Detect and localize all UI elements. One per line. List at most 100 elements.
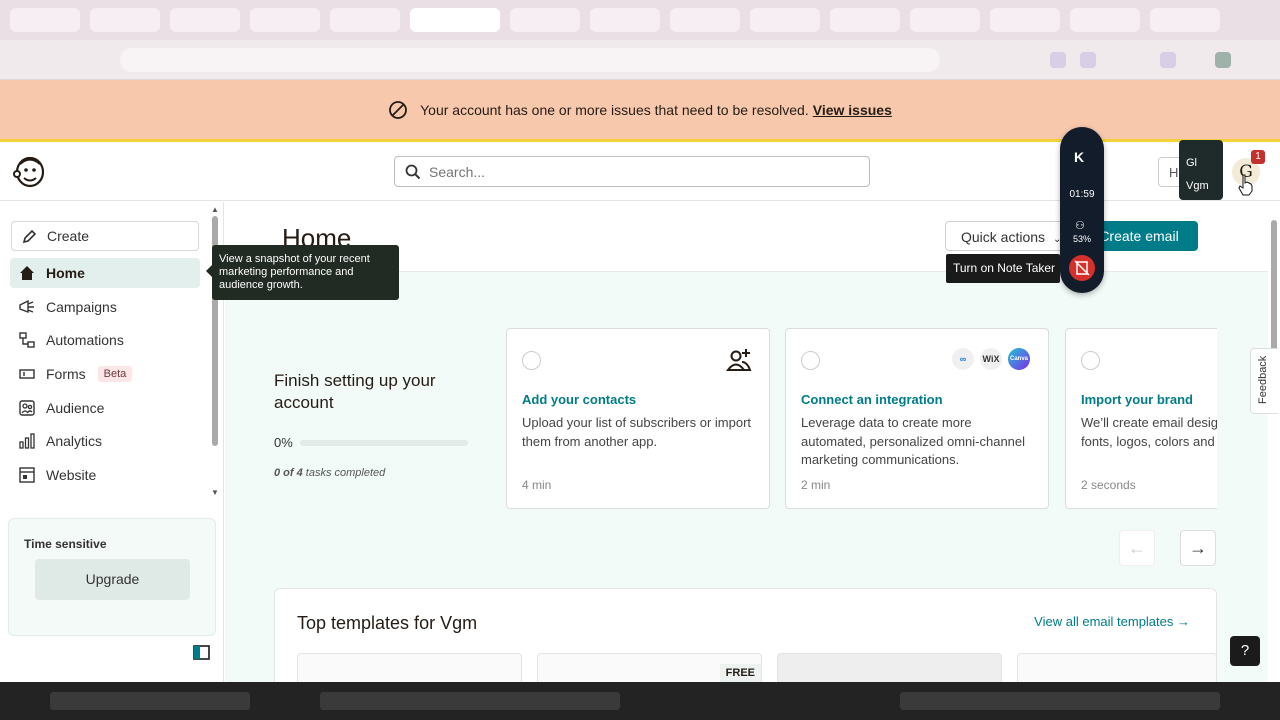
browser-toolbar xyxy=(0,40,1280,80)
taskbar-item[interactable] xyxy=(320,692,620,710)
template-thumbnail[interactable] xyxy=(297,653,522,682)
browser-tab[interactable] xyxy=(510,8,580,32)
sidebar-item-label: Forms xyxy=(46,366,86,383)
progress-percentage: 0% xyxy=(274,435,293,450)
home-tooltip: View a snapshot of your recent marketing… xyxy=(206,245,399,300)
card-time: 4 min xyxy=(522,478,552,492)
card-title: Connect an integration xyxy=(801,392,943,407)
browser-tab[interactable] xyxy=(590,8,660,32)
account-switcher-popover[interactable]: Gl Vgm xyxy=(1179,140,1223,200)
browser-tab[interactable] xyxy=(1150,8,1220,32)
template-thumbnail[interactable] xyxy=(777,653,1002,682)
sidebar-item-analytics[interactable]: Analytics xyxy=(10,426,200,456)
browser-tab[interactable] xyxy=(910,8,980,32)
audience-icon xyxy=(19,400,35,416)
pencil-icon xyxy=(22,229,37,243)
search-field[interactable] xyxy=(394,156,870,187)
browser-tab[interactable] xyxy=(830,8,900,32)
beta-badge: Beta xyxy=(97,366,133,383)
browser-tab[interactable] xyxy=(750,8,820,32)
sidebar-item-website[interactable]: Website xyxy=(10,460,200,490)
search-icon xyxy=(405,164,421,179)
participant-icon: ⚇ xyxy=(1075,220,1085,232)
extension-icon[interactable] xyxy=(1160,52,1176,68)
upgrade-button[interactable]: Upgrade xyxy=(35,559,190,600)
sidebar-item-audience[interactable]: Audience xyxy=(10,393,200,423)
scroll-thumb[interactable] xyxy=(1271,220,1277,352)
browser-tab[interactable] xyxy=(10,8,80,32)
sidebar-item-home[interactable]: Home xyxy=(10,258,200,288)
notetaker-logo-icon: K xyxy=(1074,149,1085,165)
search-input[interactable] xyxy=(429,163,849,180)
main-scrollbar[interactable] xyxy=(1270,210,1278,680)
templates-title: Top templates for Vgm xyxy=(297,613,478,633)
scroll-up-arrow-icon[interactable]: ▲ xyxy=(211,205,219,214)
extension-icon[interactable] xyxy=(1080,52,1096,68)
top-templates-panel: Top templates for Vgm View all email tem… xyxy=(274,588,1217,682)
setup-card-connect-integration[interactable]: ∞ WiX Canva Connect an integration Lever… xyxy=(785,328,1049,509)
free-badge: FREE xyxy=(719,664,761,682)
browser-tab[interactable] xyxy=(90,8,160,32)
help-fab-button[interactable]: ? xyxy=(1230,636,1260,666)
notetaker-percentage: 53% xyxy=(1072,234,1091,244)
tasks-completed-text: 0 of 4 tasks completed xyxy=(274,467,385,479)
os-taskbar xyxy=(0,682,1280,720)
view-issues-link[interactable]: View issues xyxy=(813,102,892,118)
sidebar-item-label: Website xyxy=(46,467,97,484)
add-contact-icon xyxy=(726,349,752,371)
sidebar-item-label: Automations xyxy=(46,332,124,349)
task-checkbox[interactable] xyxy=(1081,351,1100,370)
task-checkbox[interactable] xyxy=(801,351,820,370)
banner-message: Your account has one or more issues that… xyxy=(420,101,892,118)
recording-off-icon xyxy=(1074,260,1090,276)
home-icon xyxy=(20,266,34,280)
note-taker-toggle-button[interactable] xyxy=(1069,255,1095,281)
setup-card-add-contacts[interactable]: Add your contacts Upload your list of su… xyxy=(506,328,770,509)
template-thumbnail[interactable] xyxy=(1017,653,1217,682)
view-all-templates-link[interactable]: View all email templates → xyxy=(1034,614,1190,629)
scroll-down-arrow-icon[interactable]: ▼ xyxy=(211,488,219,497)
template-thumbnail[interactable]: FREE xyxy=(537,653,762,682)
carousel-prev-button[interactable]: ← xyxy=(1119,530,1155,566)
create-button[interactable]: Create xyxy=(11,221,199,251)
mailchimp-logo-icon[interactable] xyxy=(12,153,48,189)
recording-timer: 01:59 xyxy=(1069,189,1095,200)
website-icon xyxy=(19,467,35,483)
browser-tab-strip xyxy=(0,0,1280,40)
feedback-tab[interactable]: Feedback xyxy=(1250,348,1278,414)
browser-tab[interactable] xyxy=(330,8,400,32)
quick-actions-button[interactable]: Quick actions ⌄ xyxy=(945,221,1067,251)
taskbar-item[interactable] xyxy=(50,692,250,710)
card-description: Leverage data to create more automated, … xyxy=(801,415,1026,467)
setup-title: Finish setting up your account xyxy=(274,371,436,412)
extension-icon[interactable] xyxy=(1050,52,1066,68)
sidebar-nav: Home Campaigns Automations Forms Beta Au… xyxy=(10,258,200,494)
browser-tab[interactable] xyxy=(990,8,1060,32)
card-title: Add your contacts xyxy=(522,392,637,407)
browser-tab-active[interactable] xyxy=(410,8,500,32)
arrow-right-icon: → xyxy=(1189,538,1207,558)
hand-cursor-icon xyxy=(1238,174,1253,196)
browser-tab[interactable] xyxy=(1070,8,1140,32)
carousel-next-button[interactable]: → xyxy=(1180,530,1216,566)
sidebar-item-forms[interactable]: Forms Beta xyxy=(10,359,200,389)
browser-tab[interactable] xyxy=(170,8,240,32)
card-description: Upload your list of subscribers or impor… xyxy=(522,415,752,449)
card-time: 2 seconds xyxy=(1081,478,1136,492)
note-taker-widget[interactable]: K 01:59 ⚇ 53% xyxy=(1060,127,1104,293)
sidebar-item-automations[interactable]: Automations xyxy=(10,325,200,355)
collapse-sidebar-icon[interactable] xyxy=(193,645,210,660)
address-bar[interactable] xyxy=(120,48,940,72)
prohibited-icon xyxy=(389,100,408,119)
profile-icon[interactable] xyxy=(1215,52,1231,68)
quick-actions-label: Quick actions xyxy=(961,229,1046,245)
taskbar-tray[interactable] xyxy=(900,692,1220,710)
task-checkbox[interactable] xyxy=(522,351,541,370)
browser-tab[interactable] xyxy=(250,8,320,32)
account-name: Vgm xyxy=(1186,180,1209,192)
forms-icon xyxy=(19,369,35,379)
time-sensitive-label: Time sensitive xyxy=(24,537,107,551)
card-title: Import your brand xyxy=(1081,392,1193,407)
sidebar-item-campaigns[interactable]: Campaigns xyxy=(10,292,200,322)
browser-tab[interactable] xyxy=(670,8,740,32)
